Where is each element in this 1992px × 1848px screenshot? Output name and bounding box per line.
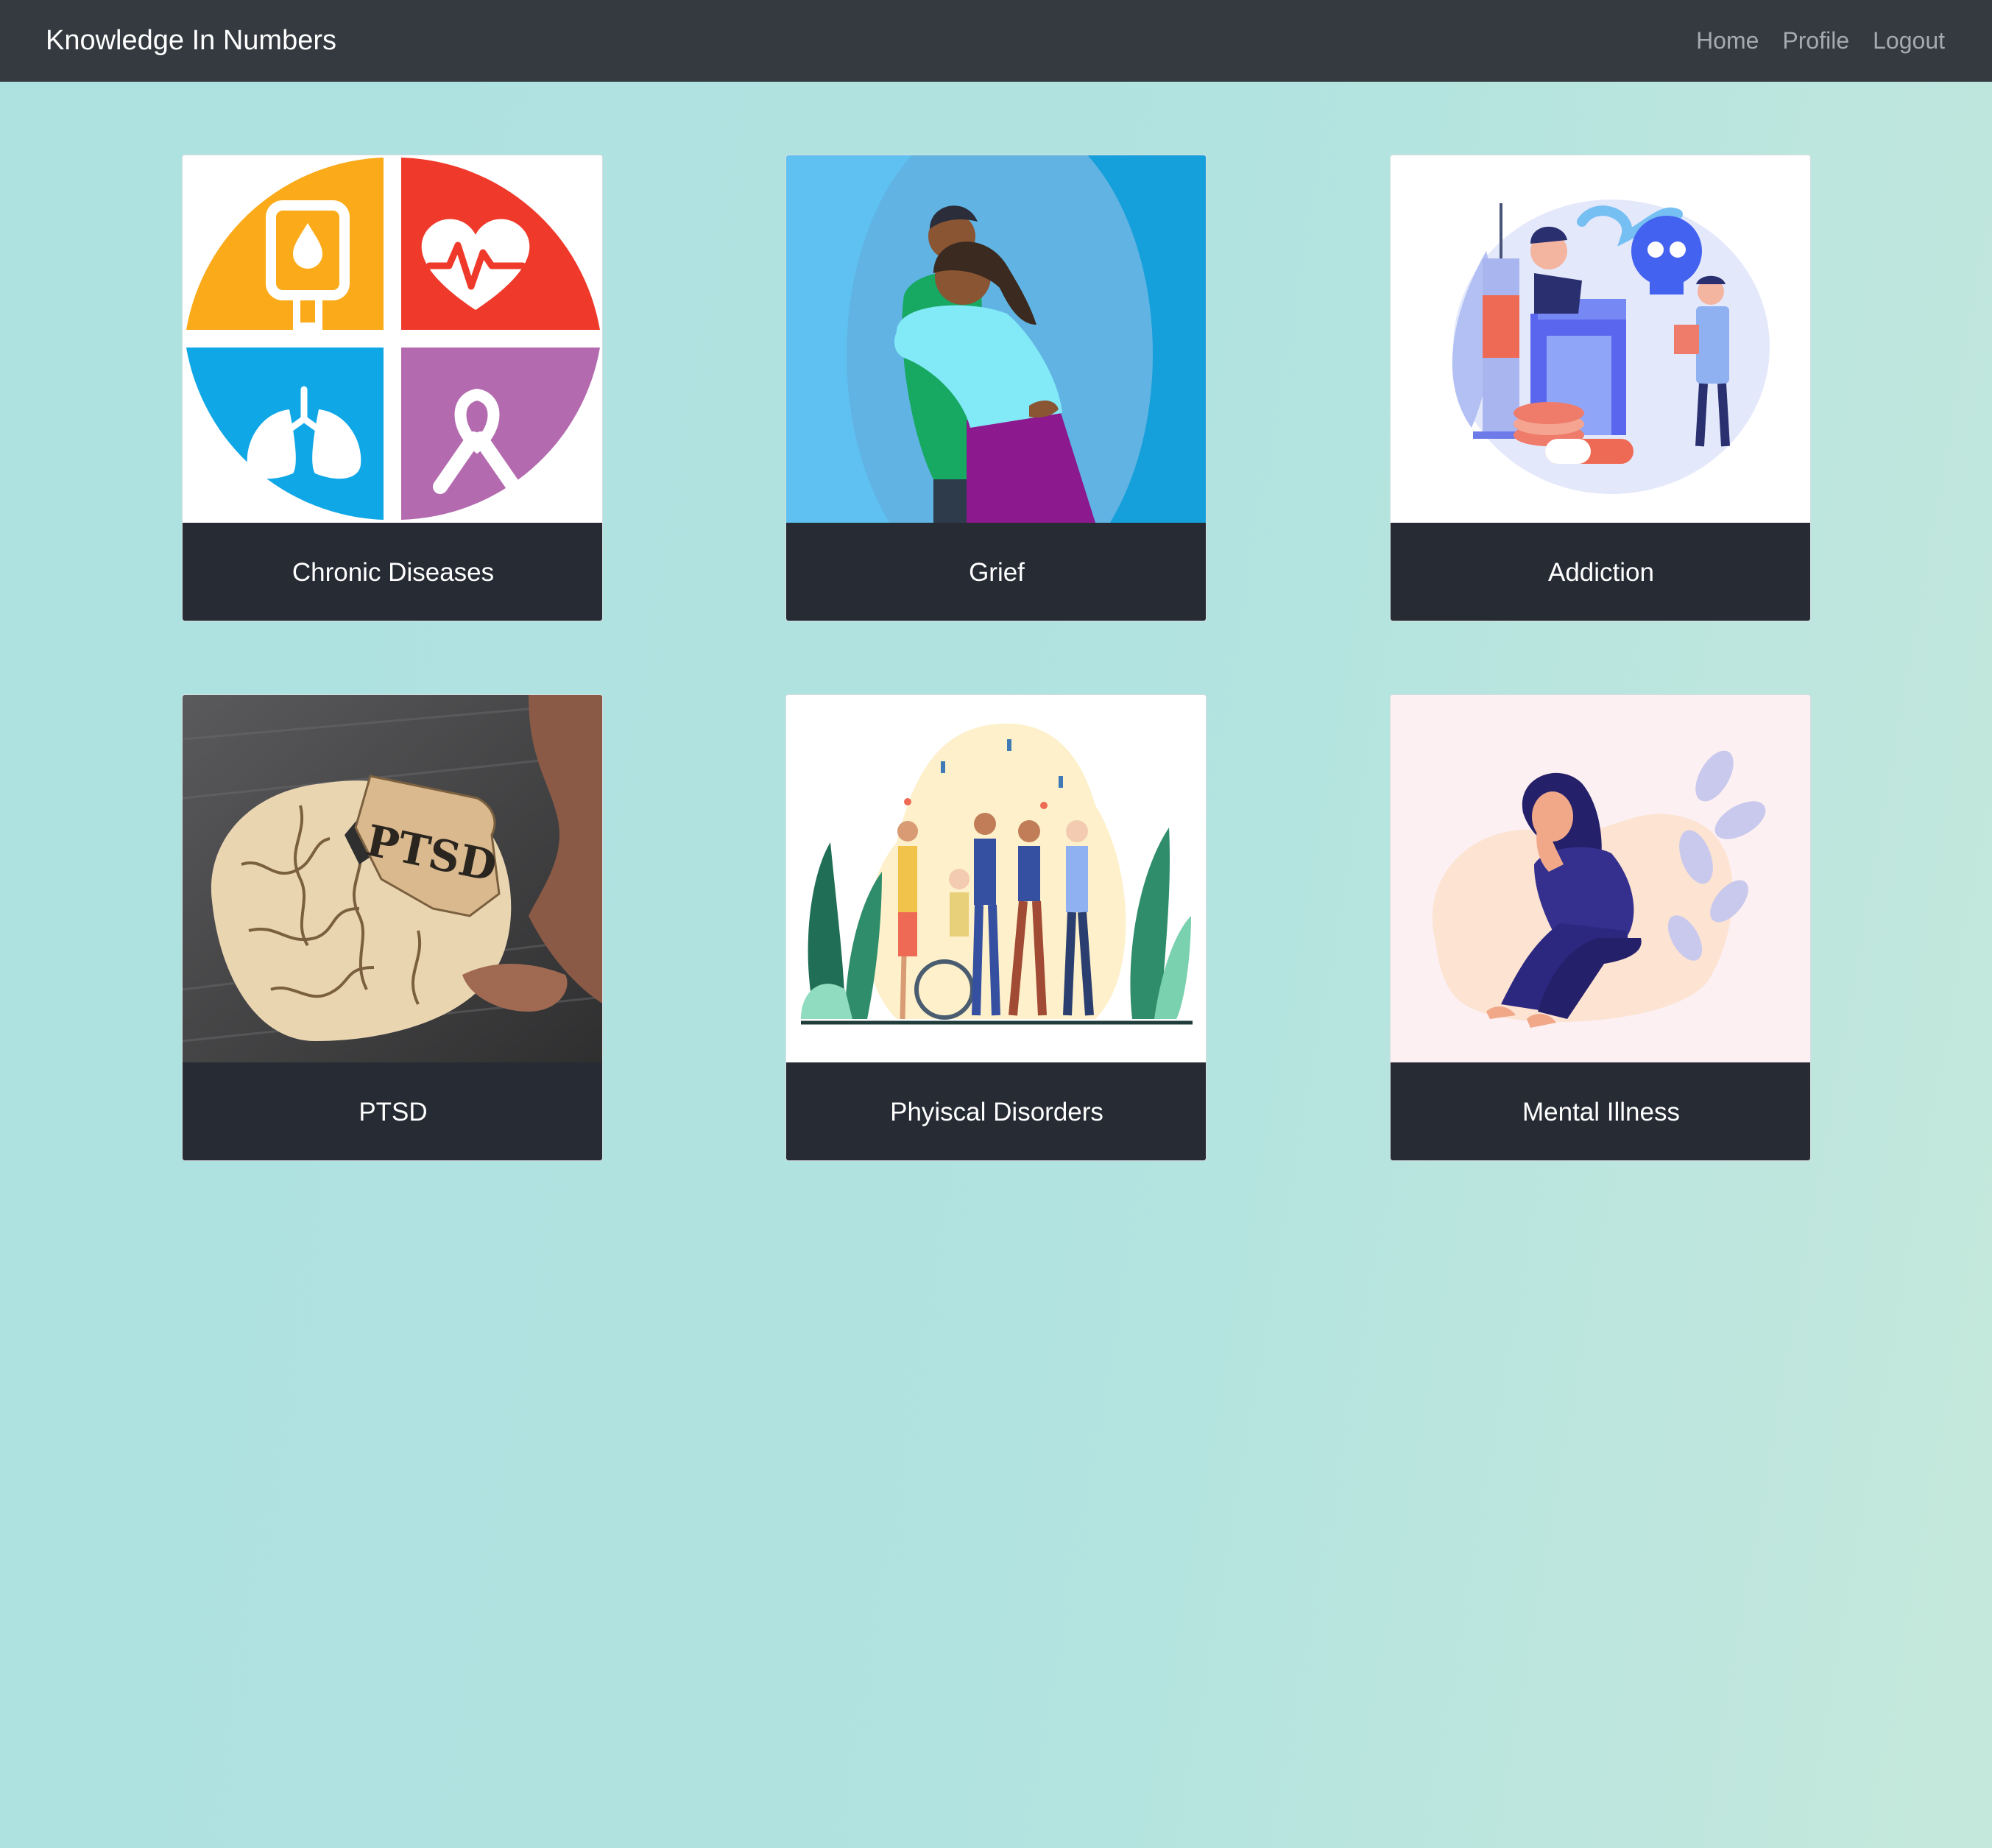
navbar-brand[interactable]: Knowledge In Numbers [46,0,336,82]
top-navbar: Knowledge In Numbers Home Profile Logout [0,0,1992,82]
card-title: Phyiscal Disorders [786,1062,1206,1160]
puzzle-brain-photo: PTSD [183,695,602,1062]
mental-illness-image [1391,695,1810,1062]
card-title: Addiction [1391,523,1810,621]
chronic-diseases-image [183,155,602,523]
addiction-syringe-skull-illustration [1391,155,1810,523]
card-title: Chronic Diseases [183,523,602,621]
chronic-diseases-quadrant-icon [183,155,602,523]
card-grief[interactable]: Grief [785,155,1207,621]
navbar-links: Home Profile Logout [1696,0,1945,82]
nav-link-logout[interactable]: Logout [1873,0,1945,82]
nav-link-profile[interactable]: Profile [1782,0,1849,82]
card-title: PTSD [183,1062,602,1160]
card-chronic-diseases[interactable]: Chronic Diseases [182,155,603,621]
ptsd-image: PTSD [183,695,602,1062]
diverse-group-wheelchair-illustration [786,695,1206,1062]
card-ptsd[interactable]: PTSD PTSD [182,694,603,1161]
nav-link-home[interactable]: Home [1696,0,1759,82]
card-addiction[interactable]: Addiction [1390,155,1811,621]
physical-disorders-image [786,695,1206,1062]
card-title: Mental Illness [1391,1062,1810,1160]
card-mental-illness[interactable]: Mental Illness [1390,694,1811,1161]
hugging-people-illustration [786,155,1206,523]
grief-image [786,155,1206,523]
addiction-image [1391,155,1810,523]
card-physical-disorders[interactable]: Phyiscal Disorders [785,694,1207,1161]
card-title: Grief [786,523,1206,621]
sad-sitting-woman-illustration [1391,695,1810,1062]
